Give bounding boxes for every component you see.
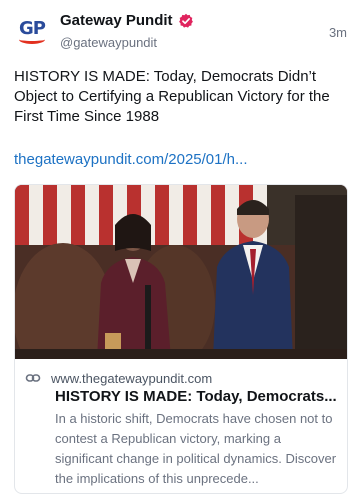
avatar[interactable]: GP bbox=[12, 12, 52, 52]
verified-badge-icon bbox=[178, 13, 194, 29]
handle[interactable]: @gatewaypundit bbox=[60, 35, 157, 50]
card-description: In a historic shift, Democrats have chos… bbox=[55, 411, 337, 486]
timestamp[interactable]: 3m bbox=[329, 25, 347, 40]
post[interactable]: GP Gateway Pundit @gatewaypundit 3m HIST… bbox=[0, 0, 361, 500]
avatar-swoosh-icon bbox=[19, 35, 45, 44]
link-card[interactable]: www.thegatewaypundit.com HISTORY IS MADE… bbox=[14, 184, 348, 494]
card-domain: www.thegatewaypundit.com bbox=[51, 370, 213, 386]
author-name-row[interactable]: Gateway Pundit bbox=[60, 12, 194, 29]
display-name[interactable]: Gateway Pundit bbox=[60, 12, 173, 29]
post-text: HISTORY IS MADE: Today, Democrats Didn’t… bbox=[14, 68, 330, 125]
post-link[interactable]: thegatewaypundit.com/2025/01/h... bbox=[14, 150, 350, 170]
card-title[interactable]: HISTORY IS MADE: Today, Democrats... bbox=[55, 388, 339, 405]
card-thumbnail-image[interactable] bbox=[15, 185, 347, 359]
card-domain-row: www.thegatewaypundit.com bbox=[25, 370, 212, 386]
link-icon bbox=[25, 370, 41, 386]
